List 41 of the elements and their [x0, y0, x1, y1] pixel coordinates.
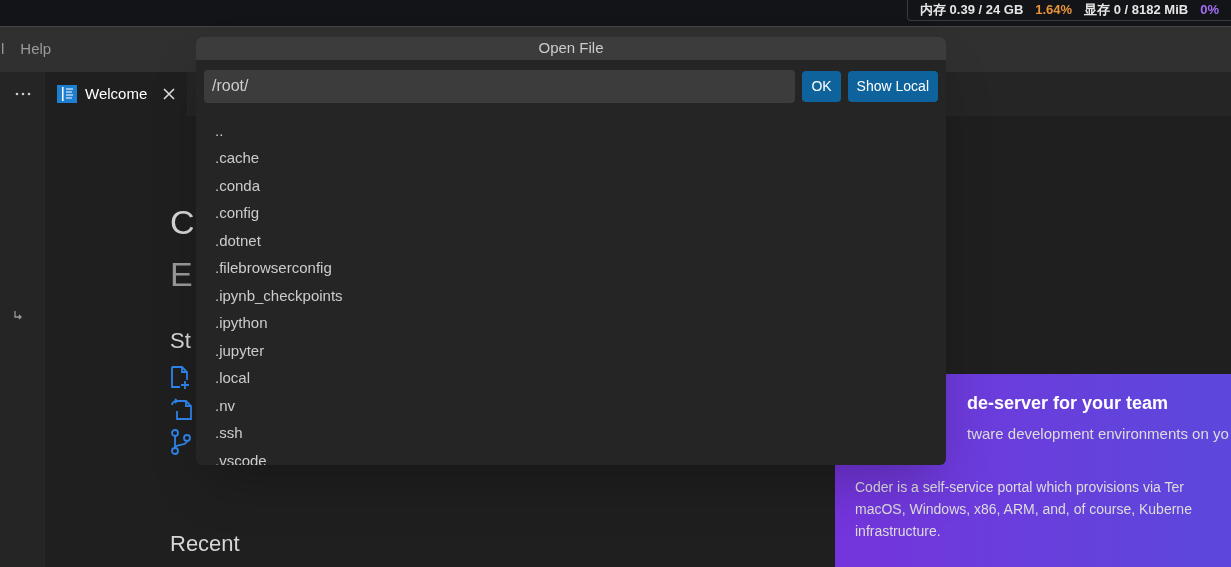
resource-reading: 显存 0 / 8182 MiB [1084, 1, 1189, 20]
promo-subtitle: tware development environments on yo [967, 424, 1230, 444]
file-entry[interactable]: .vscode [215, 446, 267, 465]
section-heading: St [170, 327, 191, 355]
ok-button[interactable]: OK [802, 70, 841, 102]
file-entry[interactable]: .. [215, 116, 224, 144]
new-file-icon[interactable] [170, 365, 192, 389]
resource-reading: 1.64% [1035, 1, 1073, 20]
more-icon[interactable] [14, 92, 31, 96]
file-entry[interactable]: .cache [215, 144, 260, 172]
menu-item[interactable]: Help [20, 38, 52, 61]
editor-tab[interactable]: Welcome [45, 72, 188, 116]
promo-text: infrastructure. [855, 521, 942, 541]
promo-title: de-server for your team [967, 392, 1170, 415]
file-entry[interactable]: .jupyter [215, 336, 265, 364]
show-local-button[interactable]: Show Local [847, 70, 938, 102]
promo-text: Coder is a self-service portal which provisions via Ter [855, 477, 1185, 497]
promo-text: macOS, Windows, x86, ARM, and, of course, Kuberne [855, 499, 1193, 519]
close-icon[interactable] [163, 88, 176, 100]
tab-label: Welcome [85, 83, 148, 104]
file-entry[interactable]: .conda [215, 171, 261, 199]
file-entry[interactable]: .ssh [215, 419, 243, 447]
return-arrow-icon [13, 311, 22, 321]
open-file-icon[interactable] [170, 397, 194, 421]
welcome-subtitle: E [170, 254, 193, 294]
file-entry[interactable]: .dotnet [215, 226, 261, 254]
section-heading: Recent [170, 530, 240, 558]
file-entry[interactable]: .config [215, 199, 260, 227]
file-entry[interactable]: .filebrowserconfig [215, 254, 332, 282]
file-entry[interactable]: .ipython [215, 309, 268, 337]
menu-item[interactable]: l [1, 38, 5, 61]
branch-icon[interactable] [170, 429, 192, 455]
file-entry[interactable]: .ipynb_checkpoints [215, 281, 343, 309]
path-field[interactable]: /root/ [204, 69, 796, 103]
resource-reading: 0% [1200, 1, 1219, 20]
dialog-title: Open File [538, 38, 604, 58]
document-icon [57, 85, 77, 103]
file-entry[interactable]: .local [215, 364, 251, 392]
resource-reading: 内存 0.39 / 24 GB [919, 1, 1024, 20]
welcome-title: C [170, 202, 195, 242]
file-entry[interactable]: .nv [215, 391, 235, 419]
